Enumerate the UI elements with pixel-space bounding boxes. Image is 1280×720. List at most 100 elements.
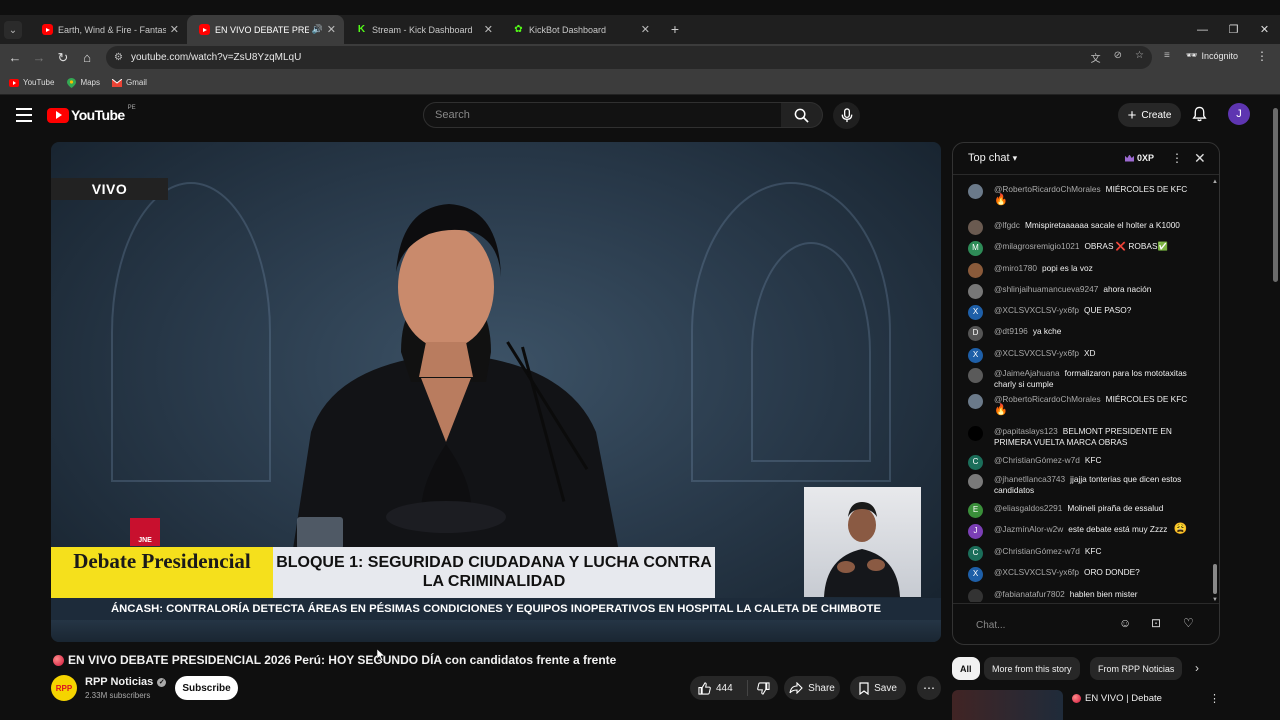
chip-more-from-story[interactable]: More from this story <box>984 657 1080 680</box>
back-button[interactable]: ← <box>3 50 27 65</box>
browser-tab[interactable]: Earth, Wind & Fire - Fantasy (Of ✕ <box>30 15 187 44</box>
address-bar[interactable]: ⚙ youtube.com/watch?v=ZsU8YzqMLqU 文 ⊘ ☆ <box>106 46 1152 69</box>
chat-author[interactable]: @XCLSVXCLSV-yx6fp <box>994 305 1079 315</box>
search-button[interactable] <box>781 102 823 128</box>
search-input[interactable]: Search <box>423 102 782 128</box>
chat-author[interactable]: @miro1780 <box>994 263 1037 273</box>
chat-author[interactable]: @RobertoRicardoChMorales <box>994 394 1101 404</box>
chat-message[interactable]: M @milagrosremigio1021 OBRAS ❌ ROBAS✅ <box>968 241 1206 256</box>
chat-avatar[interactable] <box>968 184 983 199</box>
forward-button[interactable]: → <box>27 50 51 65</box>
recommended-video-title[interactable]: EN VIVO | Debate <box>1072 693 1162 704</box>
chat-avatar[interactable]: C <box>968 546 983 561</box>
chat-message[interactable]: @JaimeAjahuana formalizaron para los moto… <box>968 368 1206 389</box>
browser-tab[interactable]: ✿ KickBot Dashboard ✕ <box>501 15 658 44</box>
eye-off-icon[interactable]: ⊘ <box>1114 50 1122 65</box>
browser-tab[interactable]: K Stream - Kick Dashboard ✕ <box>344 15 501 44</box>
close-tab-icon[interactable]: ✕ <box>327 23 336 36</box>
chat-author[interactable]: @eliasgaldos2291 <box>994 503 1062 513</box>
chat-message[interactable]: J @JazmínAlor-w2w este debate está muy Zzz… <box>968 524 1206 539</box>
chat-message[interactable]: X @XCLSVXCLSV-yx6fp QUE PASO? <box>968 305 1206 320</box>
like-button[interactable]: 444 <box>690 680 748 696</box>
dislike-button[interactable] <box>748 681 778 695</box>
menu-icon[interactable] <box>16 108 32 122</box>
chat-message[interactable]: @miro1780 popi es la voz <box>968 263 1206 278</box>
chat-avatar[interactable] <box>968 263 983 278</box>
chat-avatar[interactable]: X <box>968 567 983 582</box>
chat-author[interactable]: @fabianatafur7802 <box>994 589 1065 599</box>
account-avatar[interactable]: J <box>1228 103 1250 125</box>
chat-author[interactable]: @lfgdc <box>994 220 1020 230</box>
recommended-video-thumbnail[interactable] <box>952 690 1063 720</box>
close-tab-icon[interactable]: ✕ <box>484 23 493 36</box>
chat-avatar[interactable]: X <box>968 348 983 363</box>
speaker-icon[interactable]: 🔊 <box>312 24 323 35</box>
emoji-icon[interactable]: ☺ <box>1119 616 1131 630</box>
close-window-icon[interactable]: ✕ <box>1249 23 1280 36</box>
chat-avatar[interactable]: M <box>968 241 983 256</box>
chat-message[interactable]: E @eliasgaldos2291 Molineli piraña de essa… <box>968 503 1206 518</box>
page-scrollbar[interactable] <box>1270 96 1280 720</box>
chat-message[interactable]: @lfgdc Mmispiretaaaaaa sacale el holter a… <box>968 220 1206 235</box>
home-button[interactable]: ⌂ <box>75 50 99 65</box>
super-chat-icon[interactable]: ⊡ <box>1151 616 1161 630</box>
chat-author[interactable]: @XCLSVXCLSV-yx6fp <box>994 348 1079 358</box>
share-button[interactable]: Share <box>784 676 840 700</box>
chat-message[interactable]: C @ChristianGómez-w7d KFC <box>968 546 1206 561</box>
chat-author[interactable]: @milagrosremigio1021 <box>994 241 1079 251</box>
subscribe-button[interactable]: Subscribe <box>175 676 238 700</box>
chat-avatar[interactable] <box>968 394 983 409</box>
chat-author[interactable]: @dt9196 <box>994 326 1028 336</box>
chat-message[interactable]: X @XCLSVXCLSV-yx6fp ORO DONDE? <box>968 567 1206 582</box>
chat-avatar[interactable]: C <box>968 455 983 470</box>
reading-list-icon[interactable]: ≡ <box>1164 50 1170 61</box>
new-tab-button[interactable]: + <box>664 18 686 40</box>
chat-message[interactable]: D @dt9196 ya kche <box>968 326 1206 341</box>
bookmark-maps[interactable]: Maps <box>66 77 100 88</box>
chat-message[interactable]: X @XCLSVXCLSV-yx6fp XD <box>968 348 1206 363</box>
chat-avatar[interactable] <box>968 589 983 602</box>
chat-author[interactable]: @XCLSVXCLSV-yx6fp <box>994 567 1079 577</box>
create-button[interactable]: + Create <box>1118 103 1181 127</box>
chat-avatar[interactable] <box>968 368 983 383</box>
chat-author[interactable]: @ChristianGómez-w7d <box>994 455 1080 465</box>
maximize-icon[interactable]: ❐ <box>1218 23 1249 36</box>
chat-author[interactable]: @RobertoRicardoChMorales <box>994 184 1101 194</box>
page-scroll-thumb[interactable] <box>1273 108 1278 282</box>
chip-from-channel[interactable]: From RPP Noticias <box>1090 657 1183 680</box>
chat-message[interactable]: @jhanetllanca3743 jjajja tonterias que di… <box>968 474 1206 495</box>
bookmark-gmail[interactable]: Gmail <box>112 78 147 88</box>
chat-avatar[interactable] <box>968 284 983 299</box>
scroll-up-icon[interactable]: ▲ <box>1212 179 1218 185</box>
xp-badge[interactable]: 0XP <box>1125 153 1154 163</box>
close-tab-icon[interactable]: ✕ <box>170 23 179 36</box>
chat-author[interactable]: @ChristianGómez-w7d <box>994 546 1080 556</box>
chat-author[interactable]: @shlinjaihuamancueva9247 <box>994 284 1098 294</box>
chat-author[interactable]: @JaimeAjahuana <box>994 368 1060 378</box>
chevron-right-icon[interactable]: › <box>1195 661 1199 675</box>
bookmark-star-icon[interactable]: ☆ <box>1135 50 1144 65</box>
close-chat-icon[interactable]: ✕ <box>1194 150 1206 167</box>
save-button[interactable]: Save <box>850 676 906 700</box>
heart-icon[interactable]: ♡ <box>1183 616 1194 630</box>
chat-avatar[interactable] <box>968 220 983 235</box>
chat-scrollbar[interactable]: ▲ ▼ <box>1211 179 1219 605</box>
translate-icon[interactable]: 文 <box>1091 50 1101 65</box>
voice-search-button[interactable] <box>833 102 860 129</box>
chat-avatar[interactable]: E <box>968 503 983 518</box>
chat-author[interactable]: @papitaslays123 <box>994 426 1058 436</box>
chat-avatar[interactable] <box>968 426 983 441</box>
chat-message[interactable]: @papitaslays123 BELMONT PRESIDENTE EN PRI… <box>968 426 1206 447</box>
chip-all[interactable]: All <box>952 657 980 680</box>
close-tab-icon[interactable]: ✕ <box>641 23 650 36</box>
chat-avatar[interactable]: D <box>968 326 983 341</box>
chat-message[interactable]: @RobertoRicardoChMorales MIÉRCOLES DE KFC… <box>968 184 1206 205</box>
chat-mode-dropdown[interactable]: Top chat ▾ <box>968 152 1017 164</box>
video-player[interactable]: VIVO JNE Debate Presidencial BLOQUE 1: S… <box>51 142 941 642</box>
chat-avatar[interactable] <box>968 474 983 489</box>
bookmark-youtube[interactable]: YouTube <box>9 78 54 88</box>
browser-menu-icon[interactable]: ⋮ <box>1256 49 1268 63</box>
incognito-indicator[interactable]: 🕶 Incógnito <box>1186 50 1238 61</box>
channel-name[interactable]: RPP Noticias ✓ <box>85 676 167 688</box>
tab-search-button[interactable]: ⌄ <box>4 21 22 39</box>
